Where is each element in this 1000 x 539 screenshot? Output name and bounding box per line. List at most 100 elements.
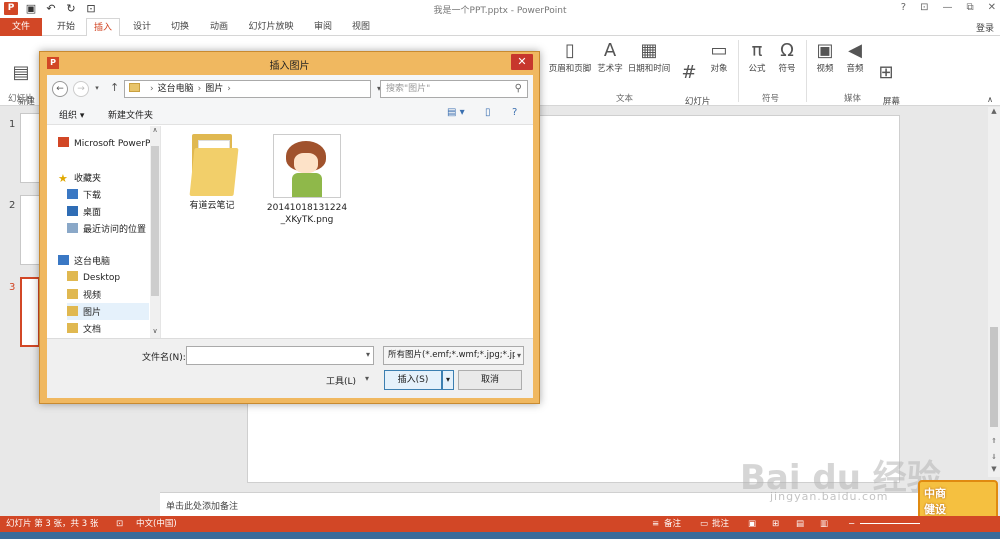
normal-view-icon[interactable]: ▣ (748, 516, 756, 532)
organize-button[interactable]: 组织 ▾ (59, 108, 84, 121)
scroll-down-icon[interactable]: ∨ (150, 327, 160, 335)
slide-number-label: 3 (9, 282, 16, 293)
dialog-close-button[interactable]: ✕ (511, 54, 533, 70)
spellcheck-icon[interactable]: ⊡ (116, 516, 123, 532)
preview-pane-icon[interactable]: ▯ (485, 107, 491, 118)
object-button[interactable]: ▭ 对象 (706, 40, 732, 75)
scroll-up-icon[interactable]: ∧ (150, 126, 160, 134)
nav-item-documents[interactable]: 文档 (67, 322, 101, 335)
tab-transitions[interactable]: 切换 (166, 18, 194, 36)
close-icon[interactable]: ✕ (988, 2, 996, 13)
up-folder-icon[interactable]: ↑ (110, 81, 119, 94)
editor-scrollbar[interactable]: ▲ ⇑ ⇓ ▼ (988, 107, 1000, 477)
comments-toggle[interactable]: 批注 (712, 516, 729, 532)
breadcrumb-this-pc[interactable]: 这台电脑 (158, 84, 194, 94)
tab-home[interactable]: 开始 (52, 18, 80, 36)
nav-item-desktop[interactable]: 桌面 (67, 205, 101, 218)
recent-locations-dropdown[interactable]: ▾ (92, 81, 102, 97)
cancel-button[interactable]: 取消 (458, 370, 522, 390)
nav-item-favorites[interactable]: ★ 收藏夹 (58, 171, 101, 184)
next-slide-icon[interactable]: ⇓ (988, 453, 1000, 461)
slide-thumbnail-2[interactable] (20, 195, 40, 265)
ribbon-tabs: 文件 开始 插入 设计 切换 动画 幻灯片放映 审阅 视图 登录 (0, 18, 1000, 37)
notes-placeholder: 单击此处添加备注 (166, 502, 239, 512)
search-input[interactable]: 搜索"图片" ⚲ (380, 80, 528, 98)
scrollbar-thumb[interactable] (990, 327, 998, 427)
slide-sorter-icon[interactable]: ⊞ (772, 516, 779, 532)
slide-thumbnail-3[interactable] (20, 277, 40, 347)
reading-view-icon[interactable]: ▤ (796, 516, 804, 532)
tools-button[interactable]: 工具(L) (326, 374, 356, 387)
notes-toggle-icon[interactable]: ≡ (652, 516, 659, 532)
tab-review[interactable]: 审阅 (309, 18, 337, 36)
video-button[interactable]: ▣ 视频 (812, 40, 838, 75)
new-folder-button[interactable]: 新建文件夹 (108, 108, 153, 121)
insert-button[interactable]: 插入(S) (384, 370, 442, 390)
dialog-title-bar[interactable]: P 插入图片 ✕ (40, 52, 539, 74)
address-breadcrumb[interactable]: › 这台电脑 › 图片 › ▾ (124, 80, 381, 98)
back-button[interactable]: ← (52, 81, 68, 97)
file-item-folder[interactable]: 有道云笔记 (177, 134, 247, 212)
collapse-ribbon-icon[interactable]: ∧ (984, 94, 996, 105)
notes-toggle[interactable]: 备注 (664, 516, 681, 532)
chevron-right-icon[interactable]: › (227, 84, 231, 94)
wordart-button[interactable]: A 艺术字 (596, 40, 624, 75)
nav-item-downloads[interactable]: 下载 (67, 188, 101, 201)
equation-button[interactable]: π 公式 (744, 40, 770, 75)
language-status[interactable]: 中文(中国) (136, 516, 177, 532)
help-icon[interactable]: ? (901, 2, 906, 13)
filetype-select[interactable]: 所有图片(*.emf;*.wmf;*.jpg;*.jp ▾ (383, 346, 524, 365)
tab-insert[interactable]: 插入 (86, 18, 120, 37)
slide-number-icon: # (681, 62, 697, 83)
restore-icon[interactable]: ⧉ (966, 2, 973, 13)
forward-button[interactable]: → (73, 81, 89, 97)
nav-item-desktop-folder[interactable]: Desktop (67, 271, 120, 283)
chevron-right-icon[interactable]: › (150, 84, 154, 94)
tab-slideshow[interactable]: 幻灯片放映 (244, 18, 298, 36)
tools-dropdown-icon[interactable]: ▾ (365, 374, 369, 383)
nav-item-videos[interactable]: 视频 (67, 288, 101, 301)
ribbon-display-icon[interactable]: ⊡ (920, 2, 928, 13)
nav-item-recent[interactable]: 最近访问的位置 (67, 222, 146, 235)
change-view-icon[interactable]: ▤ ▾ (447, 107, 465, 118)
breadcrumb-pictures[interactable]: 图片 (205, 84, 223, 94)
chevron-down-icon[interactable]: ▾ (514, 347, 521, 364)
chevron-down-icon[interactable]: ▾ (366, 350, 370, 359)
tab-animations[interactable]: 动画 (205, 18, 233, 36)
search-icon[interactable]: ⚲ (515, 81, 522, 97)
folder-icon (129, 83, 140, 92)
tab-view[interactable]: 视图 (347, 18, 375, 36)
zoom-out-icon[interactable]: − (848, 516, 855, 532)
scroll-down-icon[interactable]: ▼ (988, 465, 1000, 473)
nav-item-powerpoint[interactable]: Microsoft PowerP (58, 137, 150, 149)
header-footer-button[interactable]: ▯ 页眉和页脚 (546, 40, 594, 75)
insert-dropdown-icon[interactable]: ▾ (442, 370, 454, 390)
datetime-button[interactable]: ▦ 日期和时间 (626, 40, 672, 75)
scroll-up-icon[interactable]: ▲ (988, 107, 1000, 115)
audio-button[interactable]: ◀ 音频 (842, 40, 868, 75)
slideshow-view-icon[interactable]: ▥ (820, 516, 828, 532)
nav-item-this-pc[interactable]: 这台电脑 (58, 254, 110, 267)
video-folder-icon (67, 289, 78, 299)
taskbar-strip (0, 532, 1000, 539)
slide-thumbnail-1[interactable] (20, 113, 40, 183)
file-list: 有道云笔记 20141018131224_XKyTK.png (161, 126, 533, 338)
dialog-title: 插入图片 (269, 61, 310, 72)
nav-scrollbar-thumb[interactable] (151, 146, 159, 296)
file-item-image[interactable]: 20141018131224_XKyTK.png (265, 134, 349, 226)
prev-slide-icon[interactable]: ⇑ (988, 437, 1000, 445)
filename-input[interactable]: ▾ (186, 346, 374, 365)
zoom-slider[interactable] (860, 523, 920, 524)
nav-item-pictures[interactable]: 图片 (67, 303, 149, 320)
dialog-toolbar: 组织 ▾ 新建文件夹 ▤ ▾ ▯ ? (47, 103, 533, 125)
chevron-right-icon[interactable]: › (198, 84, 202, 94)
minimize-icon[interactable]: — (942, 2, 952, 13)
star-icon: ★ (58, 172, 68, 185)
login-link[interactable]: 登录 (976, 21, 994, 34)
nav-scrollbar[interactable]: ∧ ∨ (150, 126, 160, 338)
help-icon[interactable]: ? (512, 107, 517, 118)
tab-file[interactable]: 文件 (0, 18, 42, 36)
tab-design[interactable]: 设计 (128, 18, 156, 36)
comments-icon[interactable]: ▭ (700, 516, 708, 532)
symbol-button[interactable]: Ω 符号 (774, 40, 800, 75)
